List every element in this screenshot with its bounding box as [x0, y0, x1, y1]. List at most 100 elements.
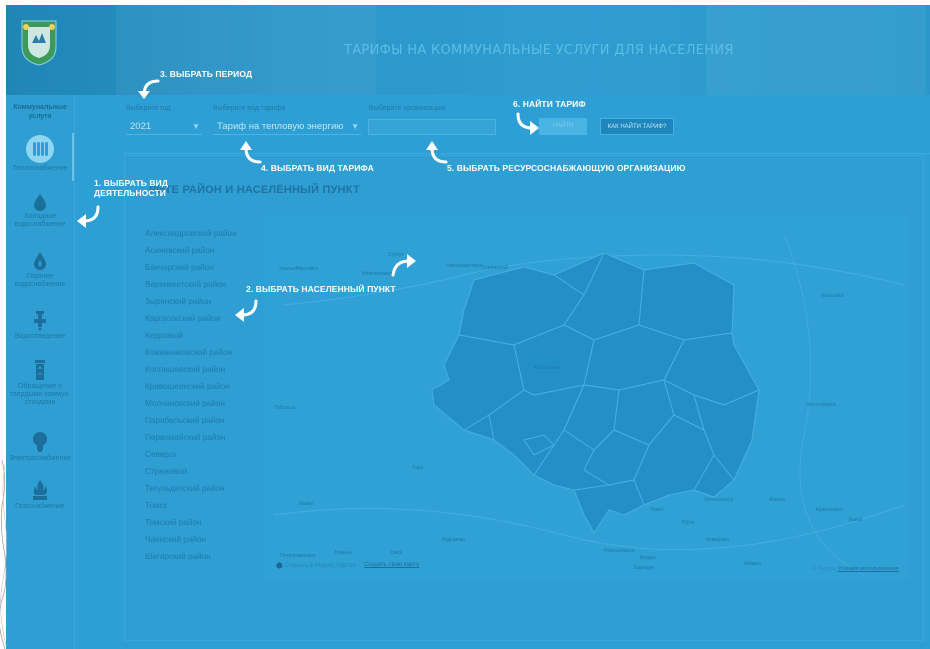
curved-arrow-icon — [138, 79, 160, 99]
map-city-label: Тобольск — [274, 405, 296, 411]
organization-input[interactable] — [368, 119, 496, 135]
sidebar-item-label: Холодное водоснабжение — [14, 213, 66, 228]
district-link[interactable]: Первомайский район — [145, 429, 237, 446]
map-city-label: Томск — [650, 507, 664, 513]
tariff-select[interactable]: Тариф на тепловую энергию ▼ — [213, 119, 361, 135]
district-link[interactable]: Тегульдетский район — [145, 480, 237, 497]
map-city-label: Кемерово — [706, 537, 729, 543]
sidebar-item-hot-water[interactable]: Горячее водоснабжение — [6, 251, 74, 289]
map-city-label: Ханты-Мансийск — [279, 266, 318, 272]
open-in-yandex-label: Открыть в Яндекс.Картах — [284, 563, 356, 569]
year-value: 2021 — [130, 121, 152, 132]
curved-arrow-icon — [77, 205, 100, 228]
instruction-step2: 2. ВЫБРАТЬ НАСЕЛЕННЫЙ ПУНКТ — [246, 284, 396, 294]
sidebar-item-cold-water[interactable]: Холодное водоснабжение — [6, 193, 74, 229]
curved-arrow-icon — [235, 299, 258, 322]
map-city-label: Красноярск — [816, 507, 843, 513]
instruction-step3: 3. ВЫБРАТЬ ПЕРИОД — [160, 69, 253, 79]
instruction-step1-line2: ДЕЯТЕЛЬНОСТИ — [94, 188, 166, 198]
map-pin-icon: ⬤ — [276, 563, 283, 569]
open-in-yandex-button[interactable]: ⬤ Открыть в Яндекс.Картах — [276, 562, 355, 569]
year-label: Выберите год — [126, 105, 171, 112]
cold-water-drop-icon — [34, 194, 46, 211]
sidebar-heading: Коммунальные услуги — [13, 104, 67, 120]
sidebar-item-electricity[interactable]: Электроснабжение — [6, 431, 74, 463]
sidebar-item-label: Теплоснабжение — [12, 165, 68, 172]
tomsk-oblast-region — [431, 252, 760, 534]
sidebar-item-sewage[interactable]: Водоотведение — [6, 309, 74, 341]
district-link[interactable]: Каргасокский район — [145, 310, 237, 327]
year-select[interactable]: 2021 ▼ — [126, 119, 202, 135]
district-link[interactable]: Стрежевой — [145, 463, 237, 480]
instruction-step5: 5. ВЫБРАТЬ РЕСУРСОСНАБЖАЮЩУЮ ОРГАНИЗАЦИЮ — [447, 163, 686, 173]
create-map-link[interactable]: Создать свою карту — [364, 562, 419, 568]
district-link[interactable]: Верхнекетский район — [145, 276, 237, 293]
site-title: ТАРИФЫ НА КОММУНАЛЬНЫЕ УСЛУГИ ДЛЯ НАСЕЛЕ… — [344, 43, 734, 58]
coat-of-arms-logo[interactable] — [18, 17, 60, 67]
instruction-step1: 1. ВЫБРАТЬ ВИД ДЕЯТЕЛЬНОСТИ — [94, 178, 168, 198]
page-edge-decoration — [0, 460, 7, 649]
terms-link[interactable]: Условия использования — [838, 566, 899, 572]
map-city-label: Новосибирск — [604, 548, 635, 554]
map-city-label: Юрга — [682, 520, 695, 526]
district-link[interactable]: Томск — [145, 497, 237, 514]
curved-arrow-icon — [426, 141, 448, 164]
sidebar-item-label: Горячее водоснабжение — [14, 273, 66, 288]
trash-bin-icon — [35, 360, 45, 380]
map-city-label: Зеленогорск — [704, 497, 733, 503]
region-map[interactable]: Сургут Нижневартовск Нефтеюганск Ханты-М… — [264, 215, 909, 580]
sidebar-item-label: Газоснабжение — [15, 503, 65, 510]
district-link[interactable]: Шегарский район — [145, 548, 237, 565]
sidebar-item-waste[interactable]: Обращение с твердыми коммун. отходами — [6, 359, 74, 407]
faucet-icon — [34, 311, 46, 331]
organization-label: Выберите организацию — [369, 105, 446, 112]
map-city-label: Ачинск — [769, 497, 786, 503]
district-link[interactable]: Чаинский район — [145, 531, 237, 548]
tariff-label: Выберите вид тарифа — [213, 105, 286, 112]
district-link[interactable]: Парабельский район — [145, 412, 237, 429]
map-city-label: Тюмень — [334, 550, 353, 556]
district-link[interactable]: Кедровый — [145, 327, 237, 344]
curved-arrow-icon — [516, 112, 539, 135]
tariff-value: Тариф на тепловую энергию — [217, 121, 344, 132]
district-link[interactable]: Кожевниковский район — [145, 344, 237, 361]
chevron-down-icon: ▼ — [192, 122, 200, 131]
sidebar-item-gas[interactable]: Газоснабжение — [6, 479, 74, 511]
map-city-label: Енисейск — [822, 293, 844, 299]
map-city-label: Нижневартовск — [446, 263, 482, 269]
sidebar-item-label: Электроснабжение — [8, 455, 72, 462]
district-link[interactable]: Бакчарский район — [145, 259, 237, 276]
instruction-step4: 4. ВЫБРАТЬ ВИД ТАРИФА — [261, 163, 374, 173]
sidebar-item-label: Водоотведение — [14, 333, 66, 340]
app-frame: ТАРИФЫ НА КОММУНАЛЬНЫЕ УСЛУГИ ДЛЯ НАСЕЛЕ… — [6, 5, 930, 649]
map-city-label: Стрежевой — [482, 265, 508, 271]
map-city-label: Канск — [849, 517, 863, 523]
map-city-label: Ишим — [299, 501, 313, 507]
map-city-label: Барнаул — [634, 565, 654, 571]
district-list: Александровский район Асиновский район Б… — [145, 225, 237, 565]
map-city-label: Колпашево — [534, 365, 561, 371]
instruction-step6: 6. НАЙТИ ТАРИФ — [513, 99, 586, 109]
how-to-find-button[interactable]: КАК НАЙТИ ТАРИФ? — [600, 118, 674, 135]
lightbulb-icon — [33, 432, 47, 452]
district-link[interactable]: Александровский район — [145, 225, 237, 242]
district-link[interactable]: Колпашевский район — [145, 361, 237, 378]
district-link[interactable]: Асиновский район — [145, 242, 237, 259]
yandex-terms: © Яндекс Условия использования — [812, 566, 899, 572]
district-link[interactable]: Томский район — [145, 514, 237, 531]
map-city-label: Тара — [412, 465, 424, 471]
map-city-label: Лесосибирск — [806, 402, 836, 408]
sidebar: Коммунальные услуги Теплоснабжение Холод… — [6, 95, 75, 649]
hot-water-drop-icon — [34, 252, 46, 270]
district-link[interactable]: Молчановский район — [145, 395, 237, 412]
district-link[interactable]: Северск — [145, 446, 237, 463]
district-link[interactable]: Зырянский район — [145, 293, 237, 310]
instruction-step1-line1: 1. ВЫБРАТЬ ВИД — [94, 178, 169, 188]
header-decoration — [706, 5, 926, 95]
sidebar-item-heating[interactable]: Теплоснабжение — [6, 135, 74, 173]
sidebar-item-label: Обращение с твердыми коммун. отходами — [9, 383, 71, 406]
district-link[interactable]: Кривошеинский район — [145, 378, 237, 395]
region-map-svg — [273, 234, 905, 576]
find-button[interactable]: НАЙТИ — [539, 118, 587, 135]
chevron-down-icon: ▼ — [351, 122, 359, 131]
